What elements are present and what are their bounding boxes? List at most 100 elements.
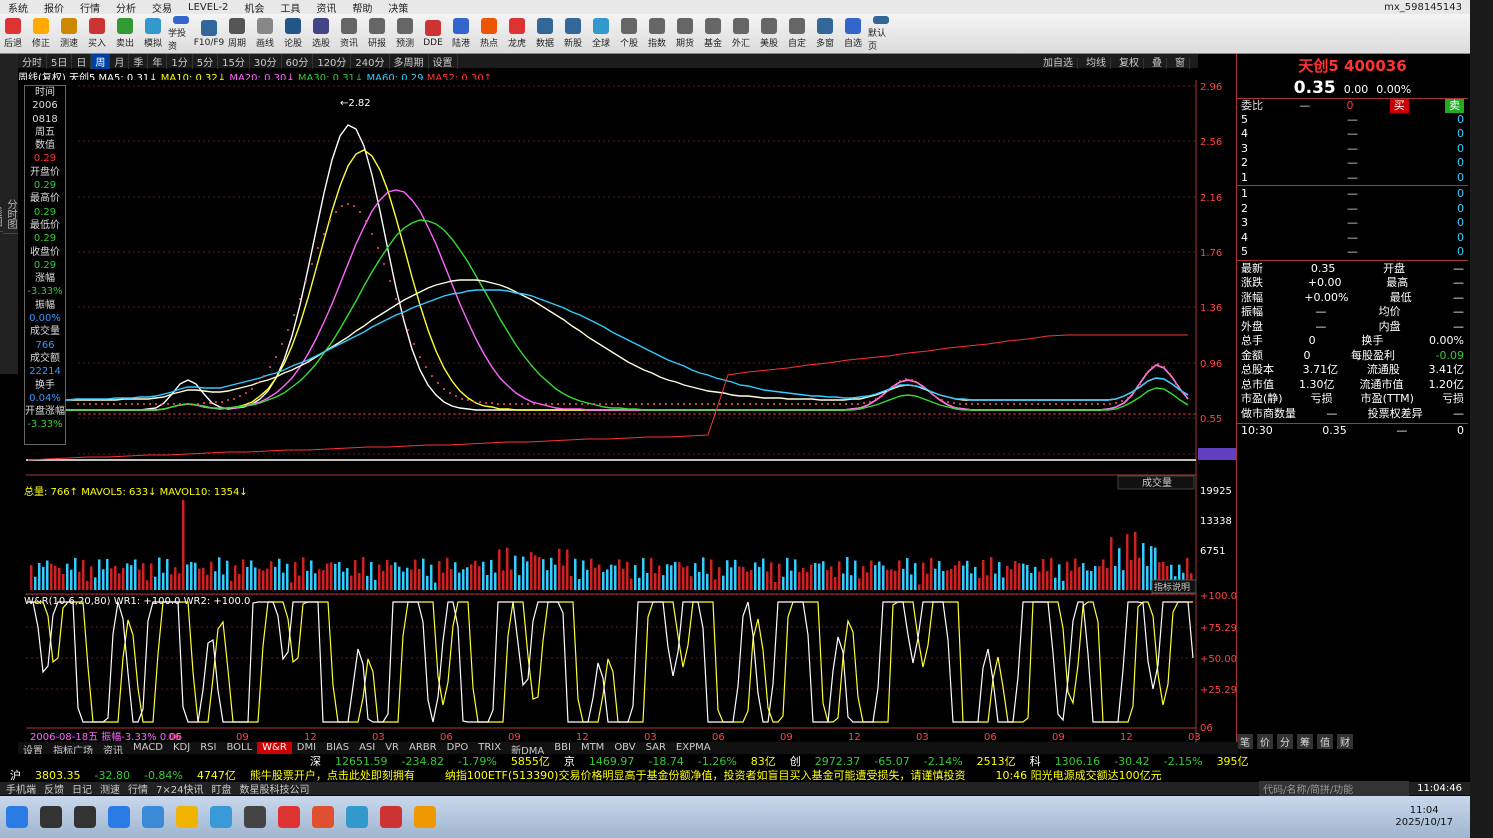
bottom-link-3[interactable]: 测速 [100, 781, 120, 796]
period-tab-5[interactable]: 季 [129, 53, 149, 69]
search-box[interactable]: 代码/名称/简拼/功能 [1259, 781, 1410, 796]
menu-item-9[interactable]: 帮助 [352, 0, 372, 15]
right-tab-5[interactable]: 财 [1337, 734, 1353, 749]
period-tab-9[interactable]: 15分 [218, 53, 250, 69]
toolbar-btn-25[interactable]: 基金 [700, 16, 726, 52]
toolbar-btn-23[interactable]: 指数 [644, 16, 670, 52]
period-tab-11[interactable]: 60分 [282, 53, 314, 69]
chart-tool-4[interactable]: 窗 [1171, 57, 1190, 69]
menu-item-2[interactable]: 行情 [80, 0, 100, 15]
ind-tab-6[interactable]: BOLL [221, 742, 257, 754]
left-tab-0[interactable]: 分时图 [3, 195, 18, 234]
taskbar-icon-5[interactable] [176, 806, 198, 828]
menu-item-3[interactable]: 分析 [116, 0, 136, 15]
ind-tab-1[interactable]: 指标广场 [48, 742, 98, 757]
ind-tab-2[interactable]: 资讯 [98, 742, 128, 757]
toolbar-btn-24[interactable]: 期货 [672, 16, 698, 52]
menu-item-6[interactable]: 机会 [244, 0, 264, 15]
toolbar-btn-3[interactable]: 买入 [84, 16, 110, 52]
menu-item-5[interactable]: LEVEL-2 [188, 2, 228, 13]
ind-tab-7[interactable]: W&R [257, 742, 292, 754]
chart-tool-2[interactable]: 复权 [1115, 57, 1144, 69]
bottom-link-1[interactable]: 反馈 [44, 781, 64, 796]
toolbar-btn-17[interactable]: 热点 [476, 16, 502, 52]
clock[interactable]: 11:04 2025/10/17 [1395, 805, 1453, 829]
taskbar-icon-7[interactable] [244, 806, 266, 828]
buy-button[interactable]: 买 [1389, 99, 1409, 113]
toolbar-btn-4[interactable]: 卖出 [112, 16, 138, 52]
toolbar-btn-26[interactable]: 外汇 [728, 16, 754, 52]
taskbar-icon-1[interactable] [40, 806, 62, 828]
toolbar-btn-31[interactable]: 默认页 [868, 15, 894, 52]
period-tab-6[interactable]: 年 [148, 53, 168, 69]
bottom-link-5[interactable]: 7×24快讯 [156, 781, 203, 796]
toolbar-btn-8[interactable]: 周期 [224, 16, 250, 52]
ind-tab-5[interactable]: RSI [195, 742, 221, 754]
bottom-link-7[interactable]: 数星股科技公司 [239, 781, 309, 796]
period-tab-10[interactable]: 30分 [250, 53, 282, 69]
taskbar-icon-12[interactable] [414, 806, 436, 828]
menu-item-10[interactable]: 决策 [388, 0, 408, 15]
taskbar-icon-10[interactable] [346, 806, 368, 828]
news-2[interactable]: 纳指100ETF(513390)交易价格明显高于基金份额净值，投资者如盲目买入基… [445, 767, 966, 783]
period-tab-2[interactable]: 日 [72, 53, 92, 69]
taskbar-icon-11[interactable] [380, 806, 402, 828]
menu-item-1[interactable]: 报价 [44, 0, 64, 15]
ind-tab-10[interactable]: ASI [354, 742, 380, 754]
taskbar-icon-3[interactable] [108, 806, 130, 828]
taskbar-icon-8[interactable] [278, 806, 300, 828]
news-3[interactable]: 10:46 阳光电源成交额达100亿元 [995, 767, 1161, 783]
right-tab-1[interactable]: 价 [1257, 734, 1273, 749]
period-tab-1[interactable]: 5日 [47, 53, 73, 69]
ind-tab-3[interactable]: MACD [128, 742, 168, 754]
toolbar-btn-16[interactable]: 陆港 [448, 16, 474, 52]
chart-tool-0[interactable]: 加自选 [1039, 57, 1078, 69]
kline-chart[interactable]: 2.962.562.161.761.360.960.550.20←2.82总量:… [18, 80, 1238, 745]
toolbar-btn-30[interactable]: 自选 [840, 16, 866, 52]
toolbar-btn-6[interactable]: 学投资 [168, 15, 194, 52]
menu-item-7[interactable]: 工具 [280, 0, 300, 15]
taskbar-icon-2[interactable] [74, 806, 96, 828]
period-tab-14[interactable]: 多周期 [390, 53, 429, 69]
sell-button[interactable]: 卖 [1445, 99, 1464, 113]
period-tab-3[interactable]: 周 [91, 53, 111, 69]
chart-tool-3[interactable]: 叠 [1148, 57, 1167, 69]
toolbar-btn-15[interactable]: DDE [420, 16, 446, 52]
ind-tab-17[interactable]: MTM [576, 742, 609, 754]
toolbar-btn-28[interactable]: 自定 [784, 16, 810, 52]
right-tab-0[interactable]: 笔 [1237, 734, 1253, 749]
toolbar-btn-19[interactable]: 数据 [532, 16, 558, 52]
toolbar-btn-7[interactable]: F10/F9 [194, 16, 224, 52]
period-tab-7[interactable]: 1分 [167, 53, 193, 69]
toolbar-btn-5[interactable]: 模拟 [140, 16, 166, 52]
bottom-link-6[interactable]: 盯盘 [211, 781, 231, 796]
toolbar-btn-21[interactable]: 全球 [588, 16, 614, 52]
menu-item-8[interactable]: 资讯 [316, 0, 336, 15]
ind-tab-11[interactable]: VR [380, 742, 404, 754]
taskbar-icon-4[interactable] [142, 806, 164, 828]
ind-tab-19[interactable]: SAR [641, 742, 671, 754]
toolbar-btn-18[interactable]: 龙虎 [504, 16, 530, 52]
toolbar-btn-22[interactable]: 个股 [616, 16, 642, 52]
ind-tab-14[interactable]: TRIX [473, 742, 506, 754]
ind-tab-12[interactable]: ARBR [404, 742, 442, 754]
ind-tab-13[interactable]: DPO [442, 742, 474, 754]
period-tab-8[interactable]: 5分 [193, 53, 219, 69]
toolbar-btn-1[interactable]: 修正 [28, 16, 54, 52]
period-tab-4[interactable]: 月 [110, 53, 130, 69]
taskbar-icon-9[interactable] [312, 806, 334, 828]
toolbar-btn-27[interactable]: 美股 [756, 16, 782, 52]
period-tab-0[interactable]: 分时 [18, 53, 47, 69]
bottom-link-4[interactable]: 行情 [128, 781, 148, 796]
period-tab-15[interactable]: 设置 [429, 53, 458, 69]
ind-tab-18[interactable]: OBV [609, 742, 640, 754]
toolbar-btn-14[interactable]: 预测 [392, 16, 418, 52]
ind-tab-20[interactable]: EXPMA [671, 742, 716, 754]
ind-tab-0[interactable]: 设置 [18, 742, 48, 757]
period-tab-12[interactable]: 120分 [313, 53, 352, 69]
period-tab-13[interactable]: 240分 [351, 53, 390, 69]
toolbar-btn-2[interactable]: 测速 [56, 16, 82, 52]
menu-item-4[interactable]: 交易 [152, 0, 172, 15]
ind-tab-9[interactable]: BIAS [321, 742, 354, 754]
toolbar-btn-12[interactable]: 资讯 [336, 16, 362, 52]
